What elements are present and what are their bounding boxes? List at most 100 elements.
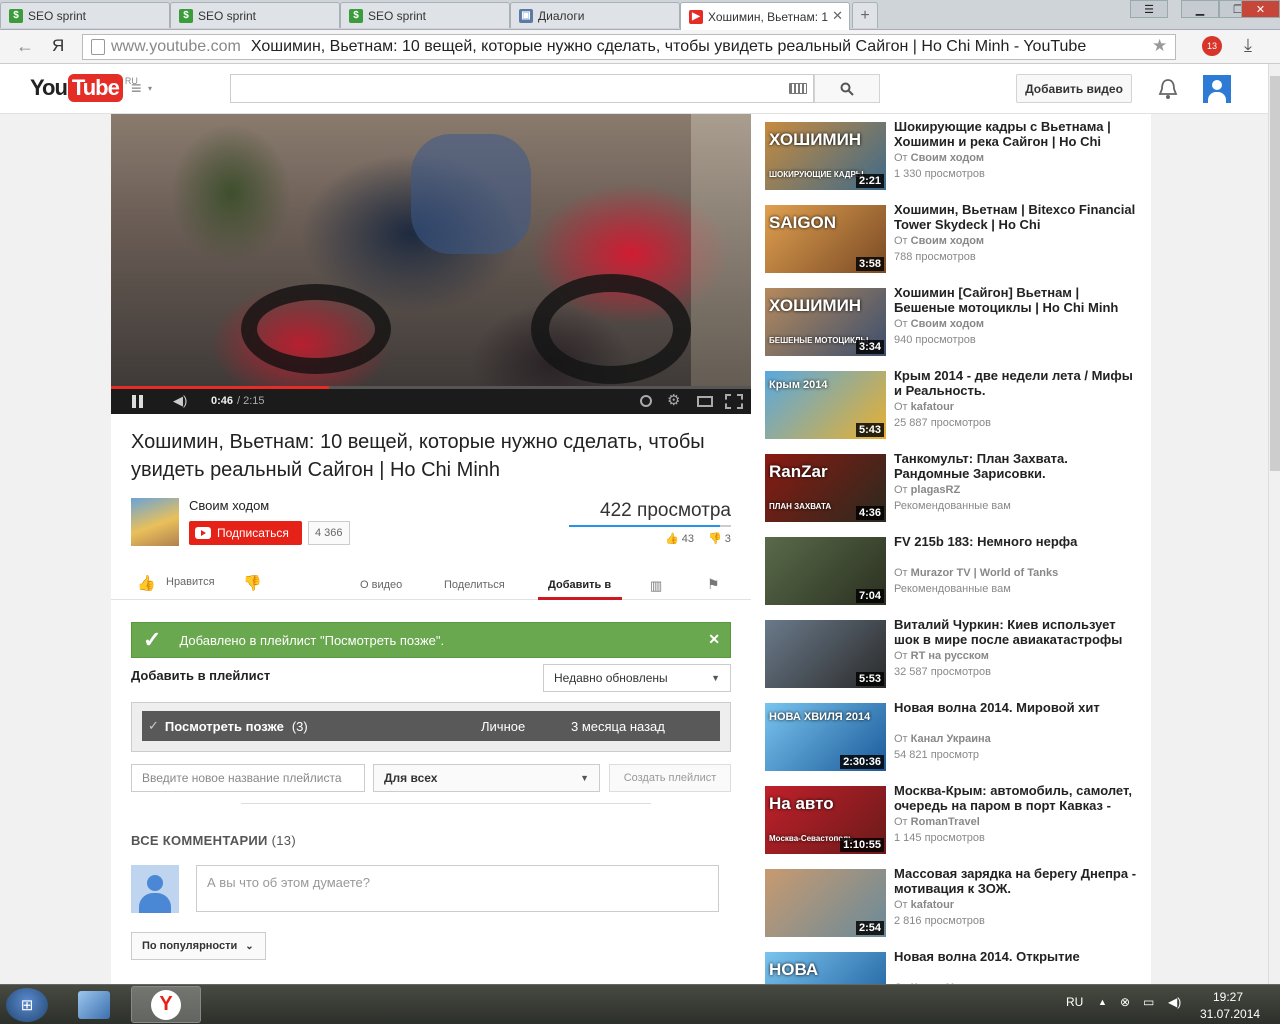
related-video-title[interactable]: Массовая зарядка на берегу Днепра - моти… [894, 866, 1139, 896]
tab-add-to[interactable]: Добавить в [548, 579, 611, 591]
video-frame[interactable] [111, 114, 751, 386]
search-button[interactable] [814, 74, 880, 103]
related-video-title[interactable]: Хошимин, Вьетнам | Bitexco Financial Tow… [894, 202, 1139, 232]
user-avatar[interactable] [1203, 75, 1231, 103]
browser-tab[interactable]: $ SEO sprint [170, 2, 340, 28]
page-scrollbar[interactable] [1268, 64, 1280, 984]
related-video-item[interactable]: SAIGON 3:58 Хошимин, Вьетнам | Bitexco Fin… [765, 202, 1135, 275]
create-playlist-button[interactable]: Создать плейлист [609, 764, 731, 792]
flag-icon[interactable]: ⚑ [707, 576, 720, 593]
related-video-item[interactable]: НОВАНовая волна 2014. ОткрытиеОт Канал У… [765, 949, 1135, 984]
tray-expand-icon[interactable]: ▲ [1098, 997, 1107, 1007]
related-video-item[interactable]: Крым 2014 5:43 Крым 2014 - две недели лета… [765, 368, 1135, 441]
youtube-logo[interactable]: You Tube RU [30, 74, 138, 102]
stats-icon[interactable]: ▥ [650, 578, 662, 594]
search-input[interactable] [230, 74, 814, 103]
browser-tab[interactable]: ▶ Хошимин, Вьетнам: 1 ✕ [680, 2, 850, 30]
browser-tab-label: SEO sprint [28, 8, 87, 23]
like-count[interactable]: 👍 43 [665, 532, 694, 545]
scrollbar-thumb[interactable] [1270, 76, 1280, 471]
related-video-title[interactable]: Хошимин [Сайгон] Вьетнам | Бешеные мотоц… [894, 285, 1139, 315]
related-video-title[interactable]: Москва-Крым: автомобиль, самолет, очеред… [894, 783, 1139, 813]
related-video-title[interactable]: Новая волна 2014. Мировой хит [894, 700, 1139, 715]
like-icon[interactable]: 👍 [137, 574, 156, 592]
pause-icon[interactable] [132, 395, 136, 408]
related-video-item[interactable]: ХОШИМИН БЕШЕНЫЕ МОТОЦИКЛЫ 3:34 Хошимин [Сай… [765, 285, 1135, 358]
related-video-title[interactable]: Виталий Чуркин: Киев использует шок в ми… [894, 617, 1139, 647]
language-indicator[interactable]: RU [1066, 995, 1083, 1009]
yandex-icon[interactable]: Я [52, 36, 64, 56]
tab-about[interactable]: О видео [360, 579, 402, 591]
related-video-item[interactable]: 7:04 FV 215b 183: Немного нерфа От Murazor… [765, 534, 1135, 607]
video-thumbnail[interactable]: Крым 2014 5:43 [765, 371, 886, 439]
bell-icon[interactable] [1158, 78, 1178, 100]
upload-button[interactable]: Добавить видео [1016, 74, 1132, 103]
video-thumbnail[interactable]: RanZar ПЛАН ЗАХВАТА 4:36 [765, 454, 886, 522]
subscribe-button[interactable]: Подписаться [189, 521, 302, 545]
comment-input[interactable]: А вы что об этом думаете? [196, 865, 719, 912]
video-thumbnail[interactable]: 5:53 [765, 620, 886, 688]
video-thumbnail[interactable]: На авто Москва-Севастополь 1:10:55 [765, 786, 886, 854]
extension-badge-icon[interactable]: 13 [1202, 36, 1222, 56]
fullscreen-icon[interactable] [725, 394, 743, 409]
keyboard-icon[interactable] [789, 83, 807, 94]
theater-mode-icon[interactable] [697, 396, 713, 407]
channel-avatar[interactable] [131, 498, 179, 546]
browser-tab[interactable]: ▣ Диалоги [510, 2, 680, 28]
related-video-item[interactable]: 5:53 Виталий Чуркин: Киев использует шок … [765, 617, 1135, 690]
gear-icon[interactable]: ⚙ [667, 391, 680, 409]
minimize-button[interactable]: ▁ [1181, 0, 1219, 18]
related-video-title[interactable]: Новая волна 2014. Открытие [894, 949, 1139, 964]
network-icon[interactable]: ▭ [1143, 995, 1154, 1009]
video-thumbnail[interactable]: 2:54 [765, 869, 886, 937]
new-playlist-input[interactable]: Введите новое название плейлиста [131, 764, 365, 792]
browser-tab[interactable]: $ SEO sprint [0, 2, 170, 28]
tab-share[interactable]: Поделиться [444, 579, 505, 591]
related-video-item[interactable]: ХОШИМИН ШОКИРУЮЩИЕ КАДРЫ 2:21 Шокирующие ка… [765, 119, 1135, 192]
tray-shield-icon[interactable]: ⊗ [1120, 995, 1130, 1009]
related-video-item[interactable]: НОВА ХВИЛЯ 2014 2:30:36 Новая волна 2014. … [765, 700, 1135, 773]
browser-tab[interactable]: $ SEO sprint [340, 2, 510, 28]
video-thumbnail[interactable]: НОВА ХВИЛЯ 2014 2:30:36 [765, 703, 886, 771]
new-tab-button[interactable]: + [852, 2, 878, 28]
download-icon[interactable]: ⤓ [1244, 35, 1252, 56]
related-video-item[interactable]: На авто Москва-Севастополь 1:10:55 Москва-К… [765, 783, 1135, 856]
close-icon[interactable]: ✕ [708, 631, 720, 648]
close-tab-icon[interactable]: ✕ [832, 8, 843, 24]
video-thumbnail[interactable]: НОВА [765, 952, 886, 984]
dislike-icon[interactable]: 👎 [243, 574, 262, 592]
dislike-count[interactable]: 👎 3 [708, 532, 731, 545]
video-thumbnail[interactable]: ХОШИМИН БЕШЕНЫЕ МОТОЦИКЛЫ 3:34 [765, 288, 886, 356]
related-video-item[interactable]: RanZar ПЛАН ЗАХВАТА 4:36 Танкомульт: План З… [765, 451, 1135, 524]
watch-later-icon[interactable] [640, 395, 652, 407]
explorer-app-icon[interactable] [78, 991, 110, 1019]
volume-icon[interactable]: ◀) [173, 393, 187, 409]
browser-menu-button[interactable]: ☰ [1130, 0, 1168, 18]
related-video-title[interactable]: FV 215b 183: Немного нерфа [894, 534, 1139, 549]
related-video-item[interactable]: 2:54 Массовая зарядка на берегу Днепра - … [765, 866, 1136, 939]
yandex-browser-task[interactable]: Y [131, 986, 201, 1023]
clock-time[interactable]: 19:27 [1213, 990, 1243, 1004]
video-player[interactable]: ◀) 0:46 / 2:15 ⚙ [111, 114, 751, 414]
volume-icon[interactable]: ◀) [1168, 995, 1181, 1009]
clock-date[interactable]: 31.07.2014 [1200, 1007, 1260, 1021]
video-thumbnail[interactable]: 7:04 [765, 537, 886, 605]
video-thumbnail[interactable]: SAIGON 3:58 [765, 205, 886, 273]
like-button-label[interactable]: Нравится [166, 576, 215, 588]
star-icon[interactable]: ★ [1152, 36, 1167, 56]
close-window-button[interactable]: ✕ [1241, 0, 1280, 18]
guide-menu-icon[interactable]: ≡ [131, 78, 142, 99]
video-thumbnail[interactable]: ХОШИМИН ШОКИРУЮЩИЕ КАДРЫ 2:21 [765, 122, 886, 190]
related-video-title[interactable]: Крым 2014 - две недели лета / Мифы и Реа… [894, 368, 1139, 398]
comment-sort-select[interactable]: По популярности ⌄ [131, 932, 266, 960]
start-button[interactable]: ⊞ [6, 988, 48, 1022]
playlist-sort-select[interactable]: Недавно обновлены ▼ [543, 664, 731, 692]
url-field[interactable]: www.youtube.com Хошимин, Вьетнам: 10 вещ… [82, 34, 1176, 60]
privacy-select[interactable]: Для всех ▼ [373, 764, 600, 792]
url-domain: www.youtube.com [111, 38, 241, 55]
related-video-title[interactable]: Шокирующие кадры с Вьетнама | Хошимин и … [894, 119, 1139, 149]
related-video-title[interactable]: Танкомульт: План Захвата. Рандомные Зари… [894, 451, 1139, 481]
back-icon[interactable]: ← [16, 36, 34, 57]
channel-name[interactable]: Своим ходом [189, 498, 269, 513]
playlist-row-watch-later[interactable]: ✓ Посмотреть позже (3) Личное 3 месяца н… [142, 711, 720, 741]
